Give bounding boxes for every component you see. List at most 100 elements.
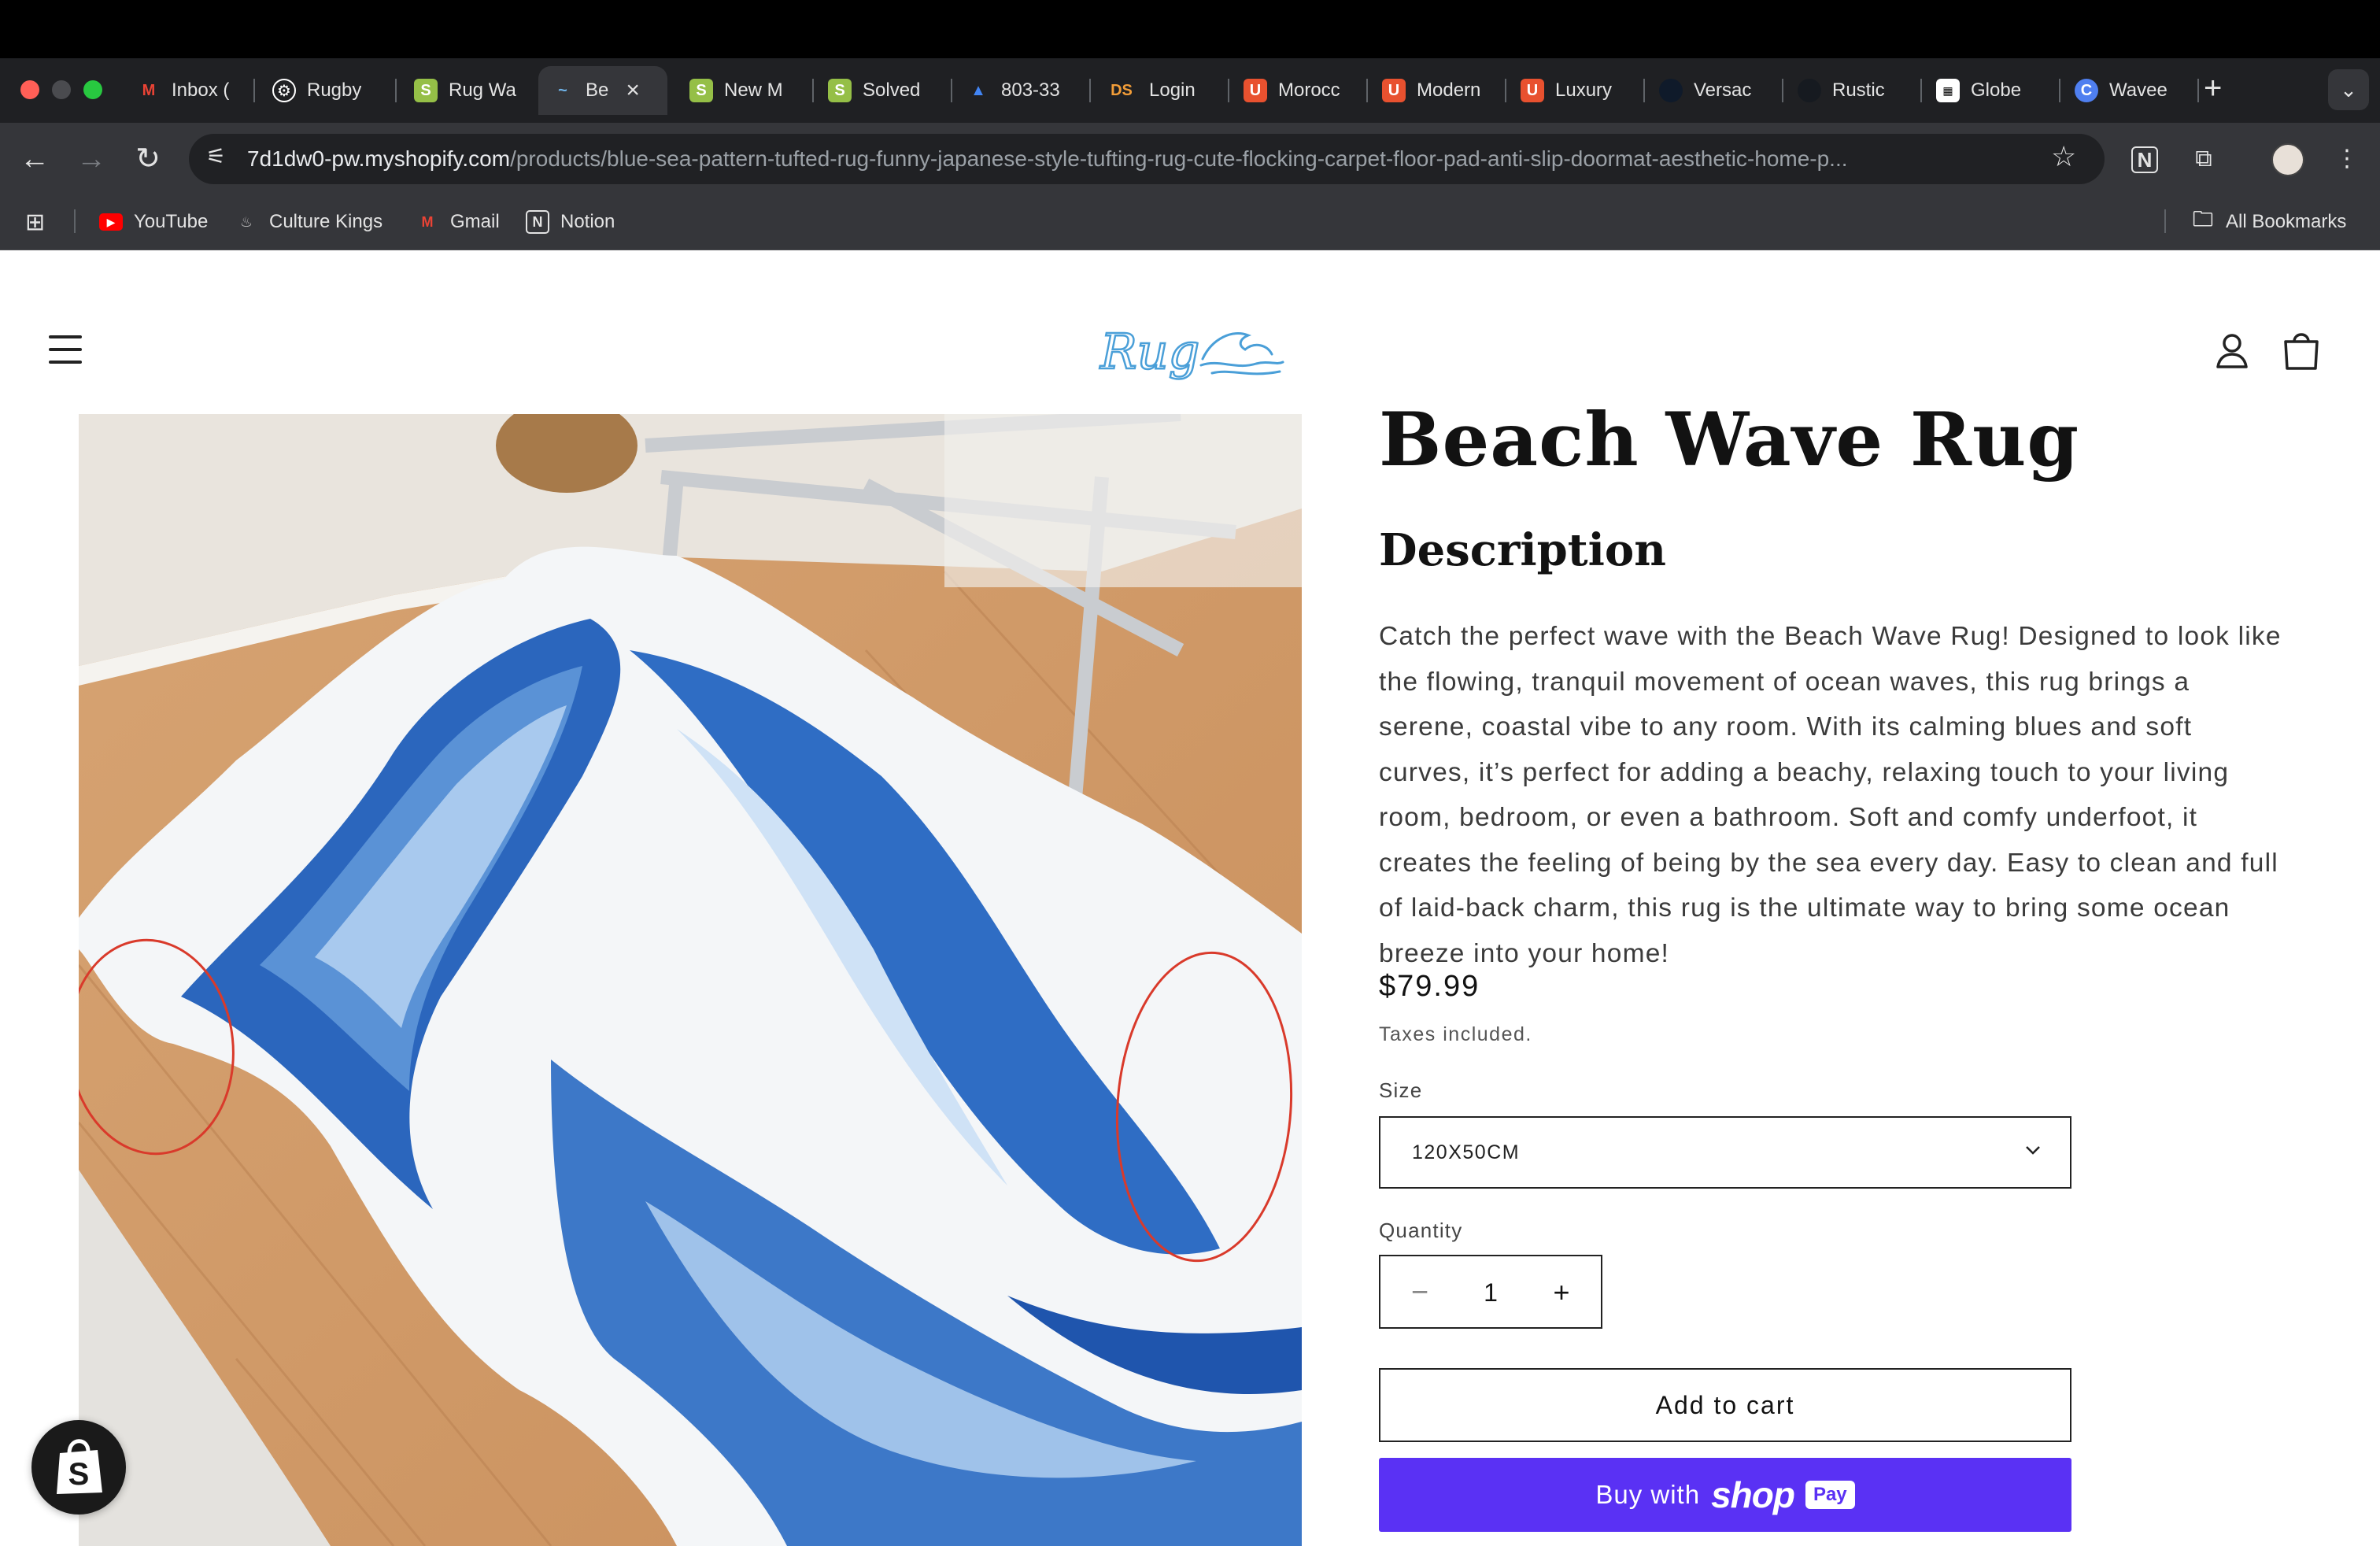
cart-bag-icon[interactable]	[2281, 329, 2322, 373]
tab-rugby[interactable]: ⚙ Rugby	[260, 66, 394, 115]
reload-icon[interactable]: ↻	[129, 140, 167, 178]
apps-grid-icon[interactable]: ⊞	[25, 206, 45, 238]
tab-separator	[1089, 79, 1091, 102]
tab-morocc[interactable]: U Morocc	[1231, 66, 1365, 115]
url-text[interactable]: 7d1dw0-pw.myshopify.com/products/blue-se…	[247, 146, 2026, 172]
close-tab-icon[interactable]: ×	[626, 77, 640, 104]
product-image[interactable]	[79, 414, 1302, 1546]
forward-arrow-icon[interactable]: →	[72, 140, 110, 178]
globe-icon: ▦	[1936, 79, 1960, 102]
canva-icon: C	[2075, 79, 2098, 102]
quantity-stepper: − 1 +	[1379, 1255, 1602, 1329]
back-arrow-icon[interactable]: ←	[16, 140, 54, 178]
account-user-icon[interactable]	[2212, 331, 2252, 372]
shopify-bag-icon[interactable]: S	[31, 1420, 126, 1515]
bookmark-separator	[74, 209, 76, 233]
bookmark-separator	[2164, 209, 2166, 233]
logo-text: Rug	[1099, 323, 1199, 380]
buy-with-label: Buy with	[1595, 1480, 1701, 1509]
close-window-button[interactable]	[20, 80, 39, 99]
add-to-cart-button[interactable]: Add to cart	[1379, 1368, 2071, 1442]
bookmark-notion[interactable]: N Notion	[526, 206, 615, 238]
tab-separator	[2059, 79, 2060, 102]
profile-avatar[interactable]	[2271, 143, 2304, 176]
openai-icon: ⚙	[272, 79, 296, 102]
folder-icon: 🗀	[2192, 207, 2213, 231]
notion-extension-icon[interactable]: N	[2131, 146, 2158, 173]
more-menu-icon[interactable]: ⋮	[2330, 142, 2364, 176]
shopify-icon: S	[689, 79, 713, 102]
tab-new-m[interactable]: S New M	[677, 66, 811, 115]
maximize-window-button[interactable]	[83, 80, 102, 99]
quantity-input[interactable]: 1	[1459, 1269, 1522, 1316]
tab-luxury[interactable]: U Luxury	[1508, 66, 1642, 115]
shopify-icon: S	[414, 79, 438, 102]
extensions-puzzle-icon[interactable]: ⧉	[2186, 142, 2221, 176]
tab-rug-wa[interactable]: S Rug Wa	[401, 66, 535, 115]
tab-versac[interactable]: Versac	[1646, 66, 1780, 115]
tab-separator	[395, 79, 397, 102]
youtube-icon: ▶	[99, 213, 123, 231]
store-icon: U	[1382, 79, 1406, 102]
tab-separator	[2197, 79, 2199, 102]
tab-wavee[interactable]: C Wavee	[2062, 66, 2196, 115]
site-settings-icon[interactable]: ⚟	[206, 143, 238, 175]
shop-wordmark: shop	[1711, 1474, 1795, 1515]
all-bookmarks-folder[interactable]: 🗀 All Bookmarks	[2191, 206, 2346, 238]
product-price: $79.99	[1379, 970, 1480, 1003]
wave-icon: ~	[558, 81, 567, 99]
new-tab-button[interactable]: +	[2204, 72, 2222, 104]
tab-inbox[interactable]: M Inbox (	[124, 66, 250, 115]
tab-rustic[interactable]: Rustic	[1785, 66, 1919, 115]
tab-separator	[1920, 79, 1922, 102]
buy-with-shop-pay-button[interactable]: Buy with shop Pay	[1379, 1458, 2071, 1532]
chevron-down-icon	[2026, 1146, 2040, 1155]
tab-solved[interactable]: S Solved	[815, 66, 949, 115]
product-description: Catch the perfect wave with the Beach Wa…	[1379, 622, 2282, 968]
gmail-icon: M	[142, 81, 156, 99]
dark-circle-icon	[1659, 79, 1683, 102]
bookmark-gmail[interactable]: M Gmail	[416, 206, 500, 238]
tab-separator	[1643, 79, 1645, 102]
tab-separator	[1228, 79, 1229, 102]
menu-hamburger-icon[interactable]	[49, 335, 82, 365]
store-icon: U	[1244, 79, 1267, 102]
quantity-label: Quantity	[1379, 1219, 1463, 1242]
tab-separator	[1366, 79, 1368, 102]
quantity-increase-button[interactable]: +	[1538, 1269, 1585, 1316]
tab-separator	[1782, 79, 1783, 102]
quantity-decrease-button[interactable]: −	[1396, 1269, 1443, 1316]
bookmark-culture-kings[interactable]: ♨ Culture Kings	[235, 206, 382, 238]
size-selected-value: 120X50CM	[1412, 1141, 1521, 1163]
tab-globe[interactable]: ▦ Globe	[1924, 66, 2057, 115]
svg-text:S: S	[68, 1457, 90, 1492]
notion-icon: N	[526, 210, 549, 234]
taxes-note: Taxes included.	[1379, 1023, 1532, 1045]
size-select[interactable]: 120X50CM	[1379, 1116, 2071, 1189]
tab-803-33[interactable]: ▲ 803-33	[954, 66, 1088, 115]
logo-wave-icon	[1199, 332, 1284, 375]
tab-separator	[253, 79, 255, 102]
product-title: Beach Wave Rug	[1379, 397, 2080, 483]
google-ads-icon: ▲	[970, 81, 986, 99]
system-top-bar	[0, 0, 2380, 58]
gmail-icon: M	[421, 213, 434, 230]
shopify-icon: S	[828, 79, 852, 102]
tab-beach-wave-active[interactable]: ~ Be ×	[538, 66, 667, 115]
dark-circle-icon	[1798, 79, 1821, 102]
bookmark-star-icon[interactable]: ☆	[2051, 140, 2076, 173]
url-path: /products/blue-sea-pattern-tufted-rug-fu…	[510, 146, 1848, 171]
url-host: 7d1dw0-pw.myshopify.com	[247, 146, 511, 171]
ds-icon: DS	[1111, 81, 1133, 99]
tab-separator	[1505, 79, 1506, 102]
bookmark-youtube[interactable]: ▶ YouTube	[99, 206, 208, 238]
size-label: Size	[1379, 1078, 1423, 1102]
store-icon: U	[1521, 79, 1544, 102]
tab-login[interactable]: DS Login	[1092, 66, 1226, 115]
tab-separator	[951, 79, 952, 102]
minimize-window-button[interactable]	[52, 80, 71, 99]
pay-badge: Pay	[1805, 1481, 1855, 1509]
store-logo[interactable]: Rug	[1094, 307, 1289, 394]
tab-search-chevron-icon[interactable]: ⌄	[2328, 69, 2369, 110]
tab-modern[interactable]: U Modern	[1369, 66, 1503, 115]
